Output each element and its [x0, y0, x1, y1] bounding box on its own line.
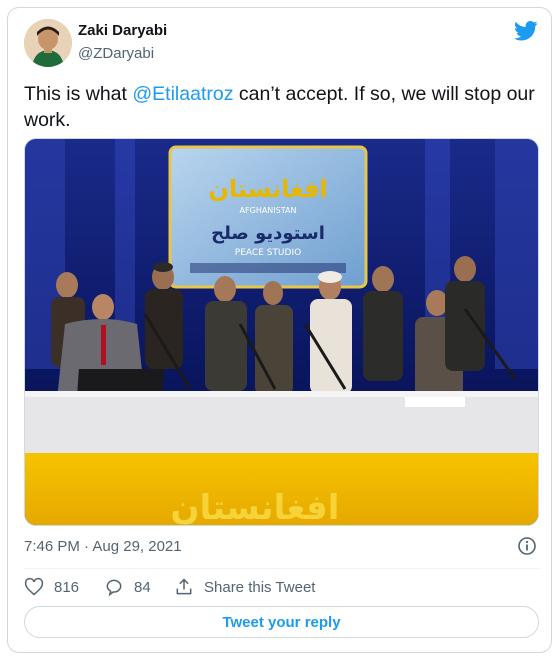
- tweet-timestamp[interactable]: 7:46 PM · Aug 29, 2021: [24, 538, 182, 555]
- reply-count-button[interactable]: 84: [104, 576, 151, 598]
- tweet-reply-button[interactable]: Tweet your reply: [24, 606, 539, 638]
- mention-link[interactable]: @Etilaatroz: [132, 83, 233, 105]
- like-button[interactable]: 816: [24, 576, 79, 598]
- heart-icon: [24, 577, 44, 596]
- desk-logo-text: افغانستان: [171, 488, 340, 526]
- author-avatar[interactable]: [24, 19, 72, 67]
- banner-latin: AFGHANISTAN: [240, 206, 297, 215]
- info-icon[interactable]: [517, 536, 537, 556]
- tweet-text-part: This is what: [24, 83, 133, 105]
- twitter-bird-icon[interactable]: [514, 21, 538, 41]
- reply-count: 84: [134, 578, 151, 596]
- tweet-photo[interactable]: افغانستان AFGHANISTAN استودیو صلح PEACE …: [24, 138, 539, 526]
- share-button[interactable]: Share this Tweet: [174, 576, 315, 598]
- reply-bubble-icon: [106, 579, 122, 597]
- banner-english: PEACE STUDIO: [235, 248, 301, 258]
- like-count: 816: [54, 578, 80, 596]
- author-name[interactable]: Zaki Daryabi: [78, 22, 167, 39]
- share-label: Share this Tweet: [204, 578, 316, 596]
- divider: [24, 568, 539, 569]
- author-handle[interactable]: @ZDaryabi: [78, 45, 154, 62]
- banner-title: افغانستان: [208, 175, 327, 203]
- tweet-text: This is what @Etilaatroz can’t accept. I…: [24, 81, 540, 133]
- share-icon: [176, 578, 192, 595]
- banner-subtitle: استودیو صلح: [211, 223, 325, 244]
